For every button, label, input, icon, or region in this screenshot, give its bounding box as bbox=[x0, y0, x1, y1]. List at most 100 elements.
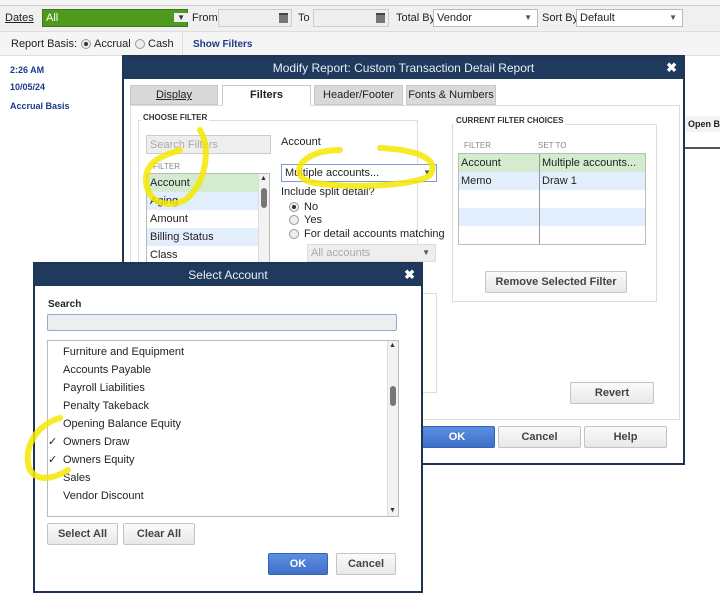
split-no-label: No bbox=[304, 201, 319, 213]
calendar-icon[interactable] bbox=[376, 13, 385, 23]
remove-selected-filter-button[interactable]: Remove Selected Filter bbox=[485, 271, 627, 293]
cancel-button[interactable]: Cancel bbox=[498, 426, 581, 448]
dates-select[interactable]: All ▼ bbox=[42, 9, 188, 27]
dates-label: Dates bbox=[5, 12, 34, 24]
scroll-down-icon[interactable]: ▼ bbox=[389, 507, 396, 514]
chevron-down-icon: ▼ bbox=[423, 168, 431, 177]
account-list-item[interactable]: Sales bbox=[48, 469, 398, 487]
choose-filter-label: CHOOSE FILTER bbox=[141, 113, 210, 122]
tab-label: Header/Footer bbox=[323, 89, 394, 101]
chevron-down-icon: ▼ bbox=[174, 13, 188, 22]
from-date-input[interactable] bbox=[218, 9, 292, 27]
close-icon[interactable]: ✖ bbox=[404, 264, 415, 286]
filter-item-amount[interactable]: Amount bbox=[147, 210, 269, 228]
select-cancel-button[interactable]: Cancel bbox=[336, 553, 396, 575]
account-list-item[interactable]: Payroll Liabilities bbox=[48, 379, 398, 397]
account-label: Account bbox=[281, 136, 321, 148]
scroll-up-icon[interactable]: ▲ bbox=[389, 342, 396, 349]
filter-column-header: FILTER bbox=[153, 162, 180, 171]
calendar-icon[interactable] bbox=[279, 13, 288, 23]
total-by-select[interactable]: Vendor ▼ bbox=[433, 9, 538, 27]
revert-button[interactable]: Revert bbox=[570, 382, 654, 404]
search-filters-input[interactable]: Search Filters bbox=[146, 135, 271, 154]
close-icon[interactable]: ✖ bbox=[666, 57, 677, 79]
account-list-item[interactable]: Penalty Takeback bbox=[48, 397, 398, 415]
clear-all-button[interactable]: Clear All bbox=[123, 523, 195, 545]
column-header: Open B bbox=[684, 116, 720, 132]
filter-list: Account Aging Amount Billing Status Clas… bbox=[146, 173, 270, 273]
tab-label: Fonts & Numbers bbox=[408, 89, 494, 101]
set-to-cell: Multiple accounts... bbox=[542, 157, 637, 169]
filter-list-scrollbar[interactable]: ▲ bbox=[258, 174, 269, 272]
chevron-down-icon: ▼ bbox=[524, 13, 532, 22]
dialog-title: Modify Report: Custom Transaction Detail… bbox=[272, 61, 535, 75]
select-all-button[interactable]: Select All bbox=[47, 523, 118, 545]
tab-display[interactable]: Display bbox=[130, 85, 218, 105]
split-matching-radio[interactable] bbox=[289, 229, 299, 239]
dialog-title-bar: Select Account ✖ bbox=[35, 264, 421, 286]
filter-item-account[interactable]: Account bbox=[147, 174, 269, 192]
account-name: Sales bbox=[63, 472, 91, 484]
checkmark-icon: ✓ bbox=[48, 436, 58, 448]
account-list-item[interactable]: Vendor Discount bbox=[48, 487, 398, 505]
table-row[interactable]: Account Multiple accounts... bbox=[459, 154, 645, 172]
account-list-item[interactable]: ✓ Owners Equity bbox=[48, 451, 398, 469]
column-rule bbox=[684, 147, 720, 149]
account-name: Vendor Discount bbox=[63, 490, 144, 502]
search-placeholder: Search Filters bbox=[150, 139, 218, 151]
account-name: Accounts Payable bbox=[63, 364, 152, 376]
account-list: Furniture and Equipment Accounts Payable P… bbox=[47, 340, 399, 517]
split-no-radio[interactable] bbox=[289, 202, 299, 212]
filter-item-aging[interactable]: Aging bbox=[147, 192, 269, 210]
select-ok-button[interactable]: OK bbox=[268, 553, 328, 575]
tab-header-footer[interactable]: Header/Footer bbox=[314, 85, 403, 105]
account-select[interactable]: Multiple accounts... ▼ bbox=[281, 164, 437, 182]
table-row[interactable]: Memo Draw 1 bbox=[459, 172, 645, 190]
checkmark-icon: ✓ bbox=[48, 454, 58, 466]
select-account-dialog: Select Account ✖ Search Furniture and Equ… bbox=[33, 262, 423, 593]
accrual-radio[interactable] bbox=[81, 39, 91, 49]
sort-by-value: Default bbox=[580, 12, 615, 24]
account-search-input[interactable] bbox=[47, 314, 397, 331]
filter-item-billing-status[interactable]: Billing Status bbox=[147, 228, 269, 246]
account-list-item[interactable]: ✓ Owners Draw bbox=[48, 433, 398, 451]
report-basis-bar: Report Basis: Accrual Cash Show Filters bbox=[0, 32, 720, 56]
account-list-item[interactable]: Furniture and Equipment bbox=[48, 343, 398, 361]
help-button[interactable]: Help bbox=[584, 426, 667, 448]
sort-by-select[interactable]: Default ▼ bbox=[576, 9, 683, 27]
scroll-thumb[interactable] bbox=[390, 386, 396, 406]
account-list-scrollbar[interactable]: ▲ ▼ bbox=[387, 341, 398, 516]
matching-accounts-select[interactable]: All accounts ▼ bbox=[307, 244, 436, 262]
chevron-down-icon: ▼ bbox=[669, 13, 677, 22]
split-yes-radio[interactable] bbox=[289, 215, 299, 225]
report-filter-toolbar: Dates All ▼ From To Total By Vendor ▼ Sort… bbox=[0, 6, 720, 32]
accrual-label: Accrual bbox=[94, 38, 131, 50]
account-list-item[interactable]: Accounts Payable bbox=[48, 361, 398, 379]
tab-filters[interactable]: Filters bbox=[222, 85, 311, 106]
current-filter-table: Account Multiple accounts... Memo Draw 1 bbox=[458, 153, 646, 245]
total-by-value: Vendor bbox=[437, 12, 472, 24]
filter-cell: Account bbox=[459, 154, 540, 172]
split-matching-label: For detail accounts matching bbox=[304, 228, 445, 240]
report-time: 2:26 AM bbox=[10, 65, 45, 75]
report-basis-text: Accrual Basis bbox=[10, 101, 70, 111]
table-row-empty bbox=[459, 208, 645, 226]
show-filters-link[interactable]: Show Filters bbox=[193, 39, 252, 50]
account-name: Owners Draw bbox=[63, 436, 130, 448]
split-yes-label: Yes bbox=[304, 214, 322, 226]
report-basis-label: Report Basis: bbox=[11, 38, 78, 50]
total-by-label: Total By bbox=[396, 12, 436, 24]
ok-button[interactable]: OK bbox=[419, 426, 495, 448]
to-date-input[interactable] bbox=[313, 9, 389, 27]
dialog-title-bar: Modify Report: Custom Transaction Detail… bbox=[124, 57, 683, 79]
cash-radio[interactable] bbox=[135, 39, 145, 49]
sort-by-label: Sort By bbox=[542, 12, 579, 24]
set-to-cell: Draw 1 bbox=[542, 175, 577, 187]
tab-label: Display bbox=[155, 89, 193, 101]
account-name: Owners Equity bbox=[63, 454, 135, 466]
scroll-up-icon[interactable]: ▲ bbox=[260, 175, 267, 182]
scroll-thumb[interactable] bbox=[261, 188, 267, 208]
tab-fonts-numbers[interactable]: Fonts & Numbers bbox=[406, 85, 496, 105]
account-list-item[interactable]: Opening Balance Equity bbox=[48, 415, 398, 433]
account-name: Payroll Liabilities bbox=[63, 382, 145, 394]
